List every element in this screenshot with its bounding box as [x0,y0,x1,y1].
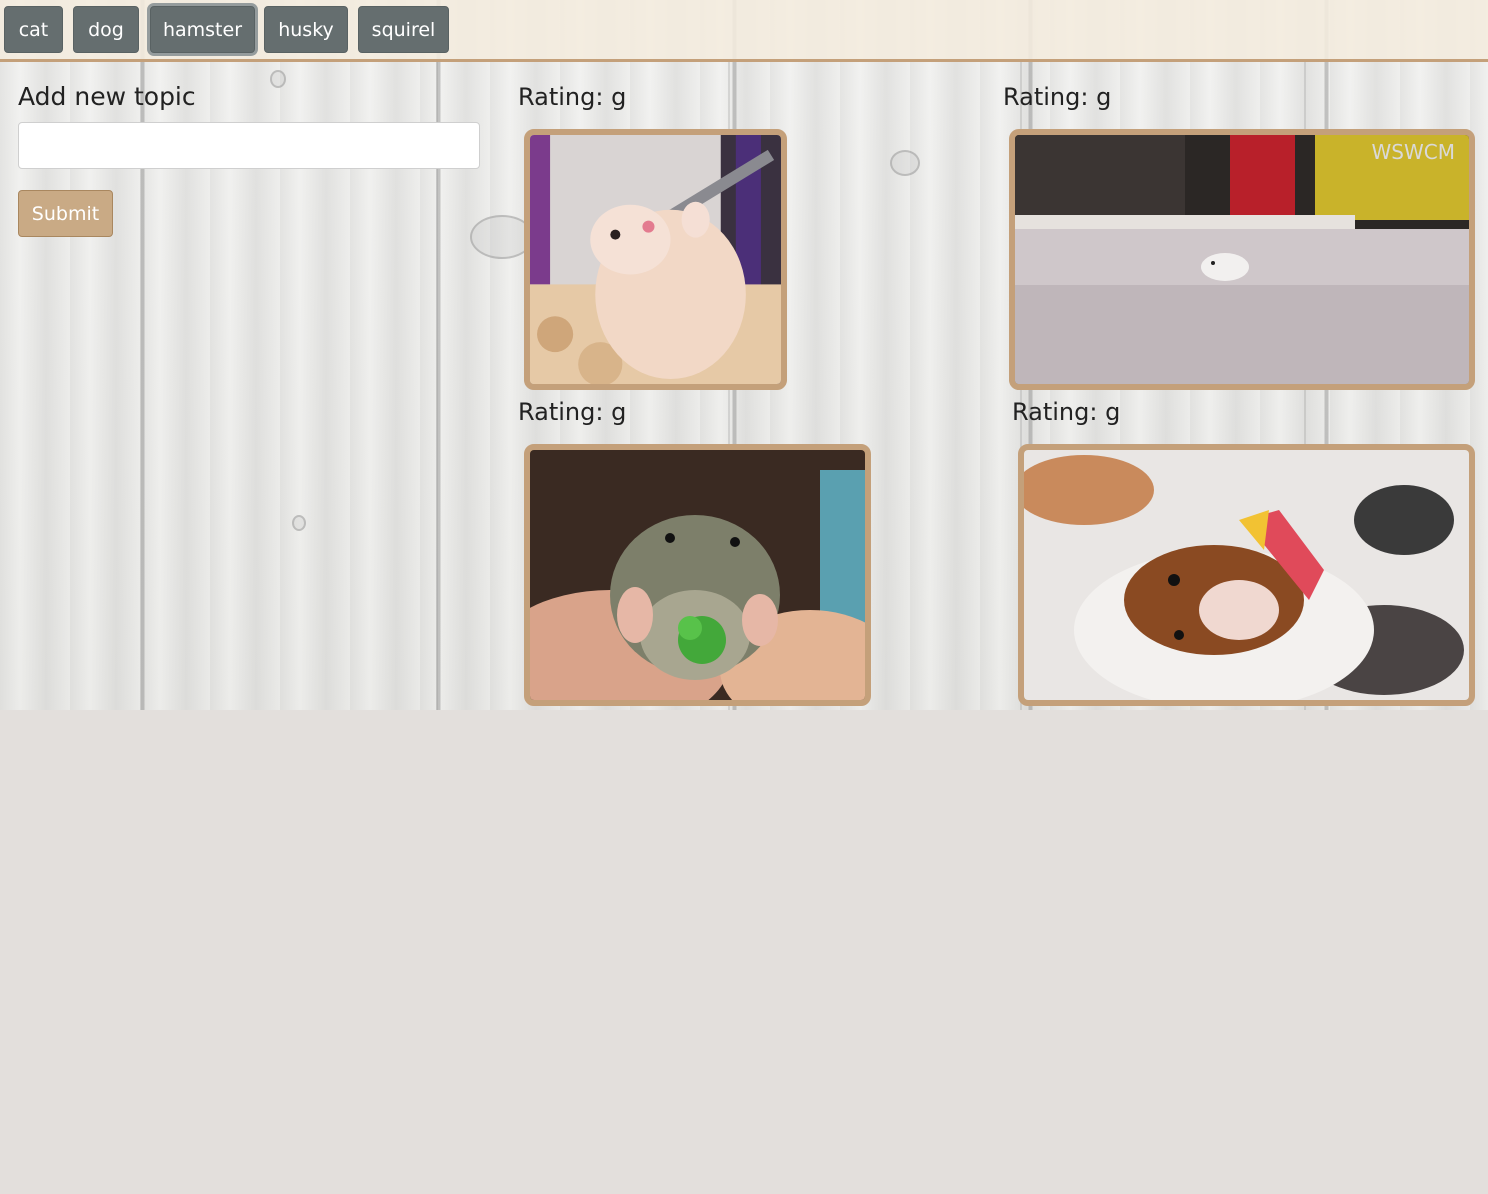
gif-rating: Rating: g [518,83,627,111]
wood-knot [270,70,286,88]
hamster-running-picture: WSWCM [1015,135,1469,384]
new-topic-input[interactable] [18,122,480,169]
gif-rating: Rating: g [518,398,627,426]
page: cat dog hamster husky squirel Add new to… [0,0,1488,1194]
hamster-broccoli-picture [530,450,865,700]
topic-button-hamster[interactable]: hamster [150,6,255,53]
gif-image[interactable] [1018,444,1475,706]
gif-image[interactable] [524,129,787,390]
watermark-text: WSWCM [1372,140,1455,164]
submit-button[interactable]: Submit [18,190,113,237]
gif-image[interactable] [524,444,871,706]
topic-button-squirel[interactable]: squirel [358,6,449,53]
gif-image[interactable]: WSWCM [1009,129,1475,390]
hamster-drinking-picture [530,135,781,384]
wood-knot [890,150,920,176]
topic-button-husky[interactable]: husky [264,6,348,53]
add-topic-heading: Add new topic [18,82,196,111]
wood-knot [292,515,306,531]
topic-navbar: cat dog hamster husky squirel [0,0,1488,62]
hamster-blanket-picture [1024,450,1469,700]
topic-button-dog[interactable]: dog [73,6,139,53]
topic-button-cat[interactable]: cat [4,6,63,53]
gif-rating: Rating: g [1003,83,1112,111]
gif-rating: Rating: g [1012,398,1121,426]
